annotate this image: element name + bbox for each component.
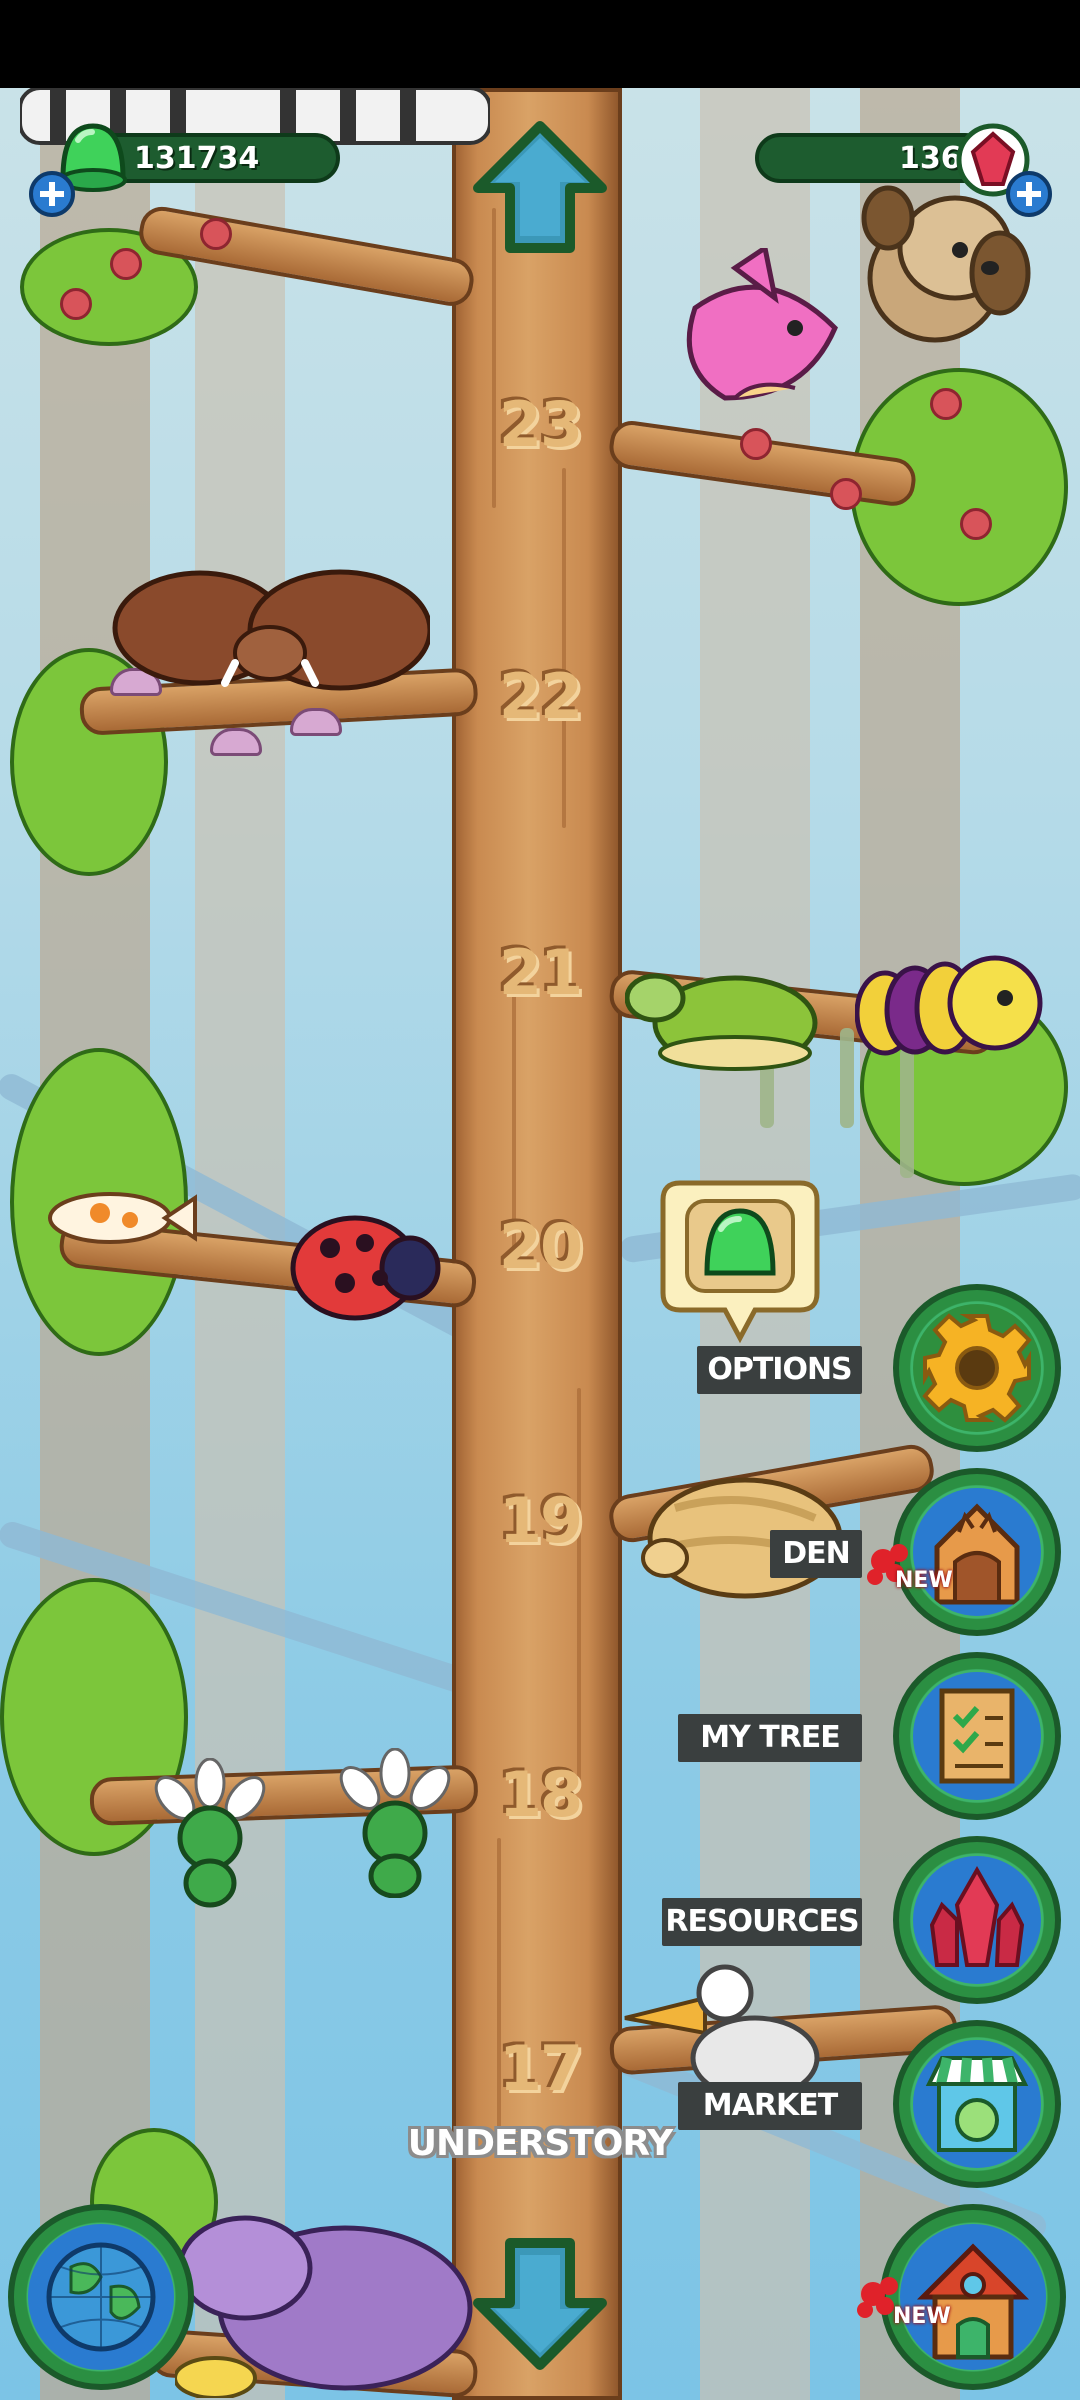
pink-fish-animal[interactable] [665, 248, 865, 428]
gem-count: 136 [899, 141, 962, 176]
options-label[interactable]: OPTIONS [697, 1346, 862, 1394]
up-arrow-icon [473, 121, 607, 253]
add-gem-icon[interactable] [1005, 170, 1053, 218]
boar-animal[interactable] [110, 568, 430, 698]
scroll-down-button[interactable] [470, 2233, 610, 2373]
level-number-23: 23 [498, 388, 583, 461]
resources-label[interactable]: RESOURCES [662, 1898, 862, 1946]
my-tree-label[interactable]: MY TREE [678, 1714, 862, 1762]
down-arrow-icon [473, 2238, 607, 2370]
map-button[interactable] [8, 2204, 194, 2390]
crystal-icon [929, 1865, 1025, 1967]
home-new-text: NEW [893, 2304, 951, 2329]
status-bar [0, 0, 1080, 88]
ladybug-animal[interactable] [285, 1208, 445, 1328]
my-tree-button[interactable] [893, 1652, 1061, 1820]
flower-sprite-animal[interactable] [140, 1758, 280, 1908]
turtle-animal[interactable] [625, 968, 825, 1078]
resources-button[interactable] [893, 1836, 1061, 2004]
game-scene: 23 22 21 20 19 18 17 131734 136 OPTIONS … [0, 88, 1080, 2400]
hippo-animal[interactable] [175, 2188, 475, 2398]
koi-fish-animal[interactable] [40, 1178, 200, 1258]
scroll-up-button[interactable] [470, 118, 610, 258]
den-label[interactable]: DEN [770, 1530, 862, 1578]
caterpillar-animal[interactable] [855, 948, 1055, 1068]
jelly-collect-bubble[interactable] [655, 1173, 825, 1348]
gear-icon [922, 1313, 1032, 1423]
add-jelly-icon[interactable] [28, 170, 76, 218]
globe-icon [46, 2242, 156, 2352]
scroll-checklist-icon [939, 1688, 1015, 1784]
flower-sprite-animal[interactable] [330, 1748, 460, 1898]
jelly-count: 131734 [134, 141, 260, 176]
region-name: UNDERSTORY [407, 2123, 673, 2164]
options-button[interactable] [893, 1284, 1061, 1452]
den-new-text: NEW [895, 1568, 953, 1593]
